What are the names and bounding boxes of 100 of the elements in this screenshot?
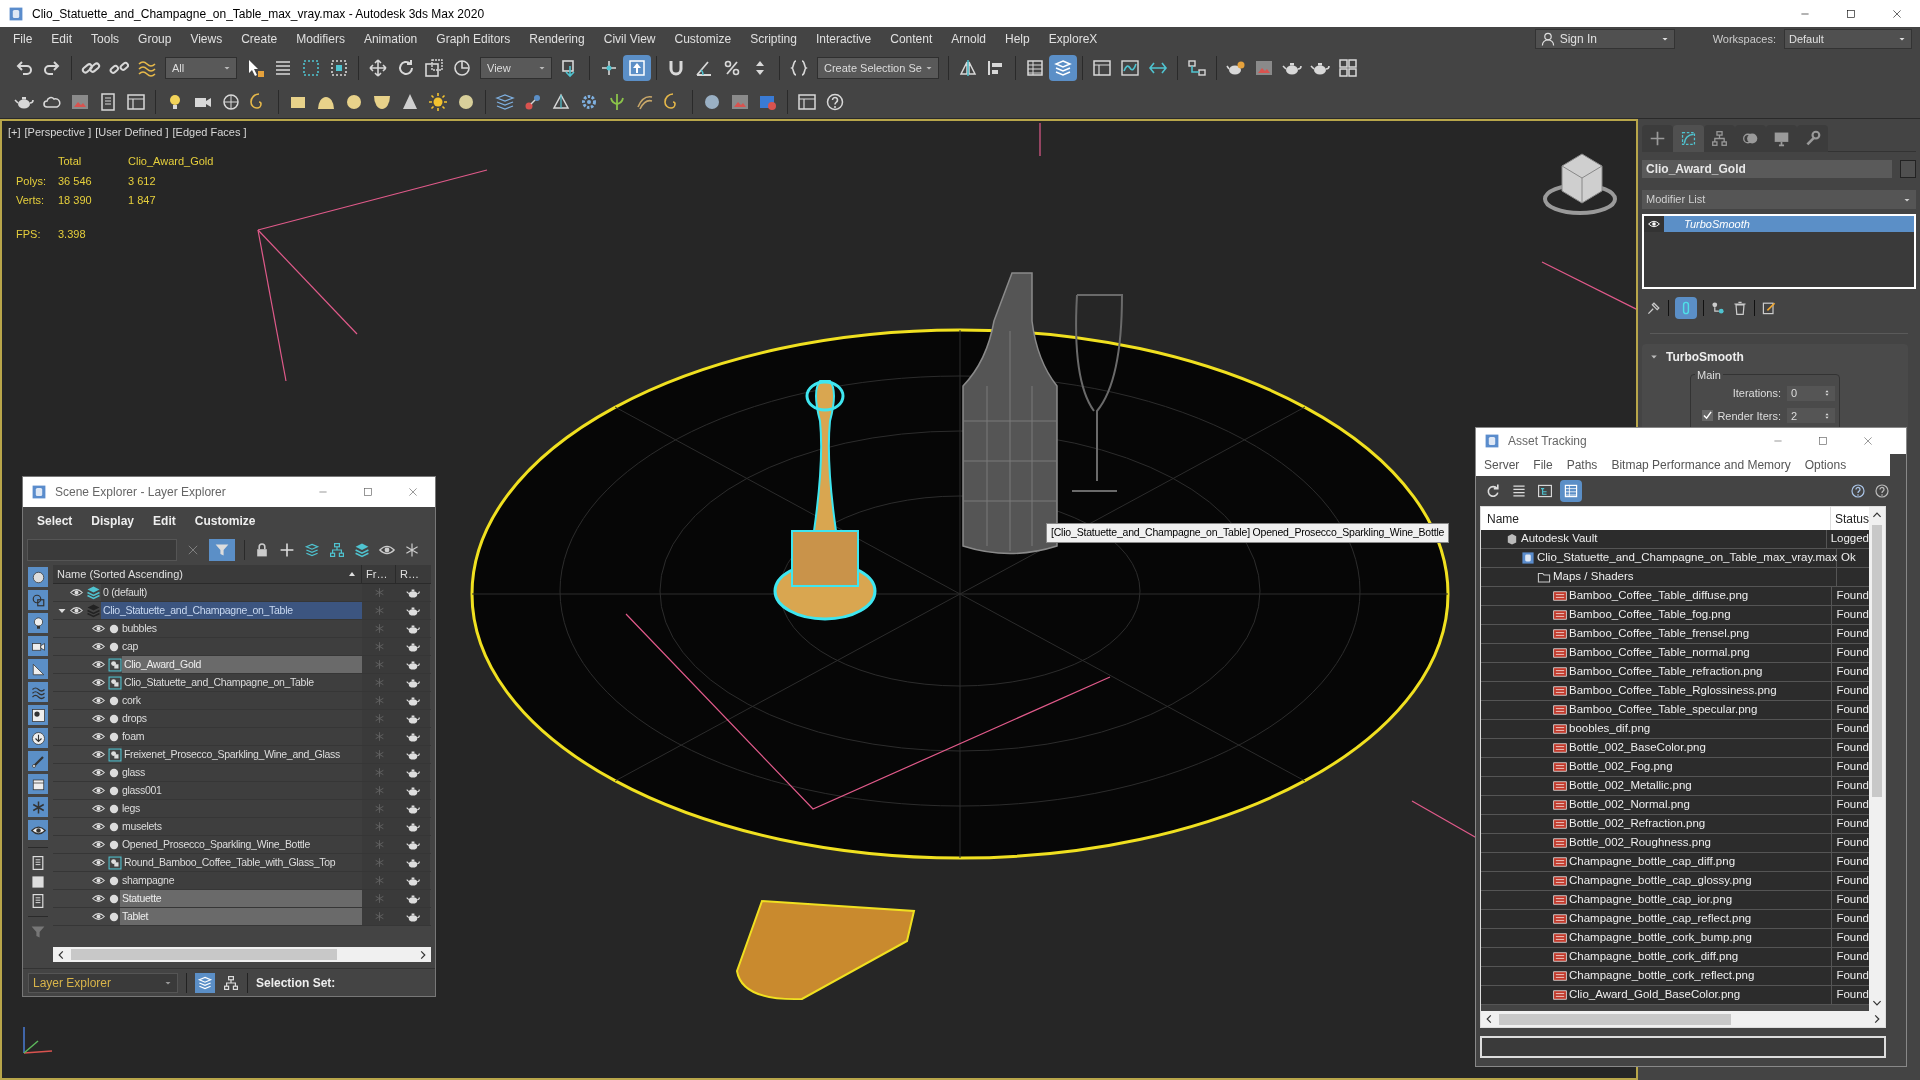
asset-name-cell[interactable]: Bamboo_Coffee_Table_fog.png <box>1481 606 1833 624</box>
menu-item[interactable]: Select <box>37 512 73 530</box>
tree-item[interactable]: foam <box>120 728 362 745</box>
menu-item[interactable]: Interactive <box>815 30 872 48</box>
selection-set-label: Selection Set: <box>256 974 336 992</box>
menu-item[interactable]: Create <box>241 30 278 48</box>
menu-item[interactable]: Customize <box>674 30 732 48</box>
menu-item[interactable]: File <box>13 30 33 48</box>
asset-name-cell[interactable]: Champagne_bottle_cap_reflect.png <box>1481 910 1833 928</box>
asset-name-cell[interactable]: Champagne_bottle_cork_reflect.png <box>1481 967 1833 985</box>
tree-item[interactable]: Clio_Award_Gold <box>122 656 362 673</box>
viewport-label[interactable]: [+] <box>8 124 21 141</box>
menu-item[interactable]: Civil View <box>603 30 656 48</box>
asset-name-cell[interactable]: Bamboo_Coffee_Table_diffuse.png <box>1481 587 1833 605</box>
menu-item[interactable]: Paths <box>1566 456 1598 474</box>
asset-name-cell[interactable]: Champagne_bottle_cork_diff.png <box>1481 948 1833 966</box>
asset-name-cell[interactable]: Clio_Award_Gold_BaseColor.png <box>1481 986 1833 1004</box>
menu-item[interactable]: Animation <box>363 30 418 48</box>
asset-status-cell-text: Found <box>1835 873 1869 889</box>
fps-value: 3.398 <box>58 226 87 242</box>
tree-item[interactable]: muselets <box>120 818 362 835</box>
viewport-label[interactable]: [Perspective ] <box>24 124 92 141</box>
menu-item[interactable]: Server <box>1484 456 1520 474</box>
menu-item[interactable]: ExploreX <box>1048 30 1098 48</box>
asset-name-cell[interactable]: Bottle_002_Metallic.png <box>1481 777 1833 795</box>
asset-name-cell[interactable]: Bamboo_Coffee_Table_normal.png <box>1481 644 1833 662</box>
tree-item[interactable]: Clio_Statuette_and_Champagne_on_Table <box>122 674 362 691</box>
column-header[interactable]: Fr… <box>362 565 396 583</box>
menu-item[interactable]: Help <box>1004 30 1030 48</box>
asset-name-cell[interactable]: Bottle_002_BaseColor.png <box>1481 739 1833 757</box>
column-header[interactable]: R… <box>396 565 430 583</box>
tree-item[interactable]: legs <box>120 800 362 817</box>
tree-item[interactable]: Clio_Statuette_and_Champagne_on_Table <box>101 602 362 619</box>
tree-item[interactable]: Freixenet_Prosecco_Sparkling_Wine_and_Glass <box>122 746 362 763</box>
tree-item[interactable]: cork <box>120 692 362 709</box>
viewport-label[interactable]: [User Defined ] <box>95 124 169 141</box>
workspace-dropdown[interactable]: Default <box>1784 29 1912 49</box>
menu-item[interactable]: File <box>1533 456 1553 474</box>
asset-status-cell-text: Found <box>1835 721 1869 737</box>
asset-name-cell[interactable]: Bottle_002_Normal.png <box>1481 796 1833 814</box>
asset-name-cell[interactable]: Bamboo_Coffee_Table_specular.png <box>1481 701 1833 719</box>
asset-name-cell[interactable]: Autodesk Vault <box>1481 530 1827 548</box>
asset-name-cell[interactable]: Bottle_002_Roughness.png <box>1481 834 1833 852</box>
menu-item[interactable]: Modifiers <box>296 30 345 48</box>
tree-item[interactable]: shampagne <box>120 872 362 889</box>
asset-name-cell[interactable]: Bottle_002_Refraction.png <box>1481 815 1833 833</box>
tree-item[interactable]: cap <box>120 638 362 655</box>
asset-status-cell-text: Logged <box>1829 531 1869 547</box>
asset-name-cell[interactable]: Clio_Statuette_and_Champagne_on_Table_max_vray.max <box>1481 549 1837 567</box>
menu-item[interactable]: Edit <box>153 512 176 530</box>
stats-header: Total <box>58 154 83 169</box>
asset-name: Maps / Shaders <box>1553 569 1634 585</box>
asset-name-cell[interactable]: Champagne_bottle_cap_ior.png <box>1481 891 1833 909</box>
menu-item[interactable]: Options <box>1804 456 1847 474</box>
dropdown[interactable]: Create Selection Se <box>817 57 939 79</box>
sign-in-dropdown[interactable]: Sign In <box>1534 29 1675 49</box>
tree-item[interactable]: glass <box>120 764 362 781</box>
menu-item[interactable]: Customize <box>194 512 256 530</box>
spinner-field[interactable]: 2 <box>1787 408 1835 424</box>
asset-name-cell[interactable]: Champagne_bottle_cap_diff.png <box>1481 853 1833 871</box>
stats-value: 1 847 <box>128 193 157 208</box>
asset-status-cell-text: Found <box>1835 664 1869 680</box>
tree-item[interactable]: glass001 <box>120 782 362 799</box>
object-name-field[interactable]: Clio_Award_Gold <box>1642 160 1892 178</box>
tree-item[interactable]: Round_Bamboo_Coffee_Table_with_Glass_Top <box>122 854 362 871</box>
viewport-label[interactable]: [Edged Faces ] <box>172 124 247 141</box>
dropdown[interactable]: All <box>165 57 237 79</box>
tree-item[interactable]: Statuette <box>120 890 362 907</box>
menu-item[interactable]: Graph Editors <box>436 30 511 48</box>
asset-name-cell[interactable]: Bamboo_Coffee_Table_Rglossiness.png <box>1481 682 1833 700</box>
tree-item[interactable]: 0 (default) <box>101 584 362 601</box>
window-title: Scene Explorer - Layer Explorer <box>55 484 226 501</box>
menu-item[interactable]: Rendering <box>529 30 585 48</box>
modifier-list-dropdown[interactable]: Modifier List <box>1642 190 1916 209</box>
asset-name-cell[interactable]: boobles_dif.png <box>1481 720 1833 738</box>
asset-name-cell[interactable]: Bottle_002_Fog.png <box>1481 758 1833 776</box>
menu-item[interactable]: Display <box>91 512 135 530</box>
tree-item[interactable]: Opened_Prosecco_Sparkling_Wine_Bottle <box>120 836 362 853</box>
rollout-title[interactable]: TurboSmooth <box>1666 348 1744 366</box>
stats-value: 36 546 <box>58 173 93 189</box>
dropdown[interactable]: View <box>480 57 552 79</box>
asset-name-cell[interactable]: Champagne_bottle_cork_bump.png <box>1481 929 1833 947</box>
menu-item[interactable]: Group <box>138 30 172 48</box>
asset-name-cell[interactable]: Bamboo_Coffee_Table_refraction.png <box>1481 663 1833 681</box>
menu-item[interactable]: Edit <box>51 30 73 48</box>
menu-item[interactable]: Content <box>890 30 933 48</box>
asset-status-cell-text: Found <box>1835 816 1869 832</box>
tree-item[interactable]: Tablet <box>120 908 362 925</box>
menu-item[interactable]: Tools <box>91 30 120 48</box>
asset-name-cell[interactable]: Champagne_bottle_cap_glossy.png <box>1481 872 1833 890</box>
column-header[interactable]: Name (Sorted Ascending) <box>53 565 362 583</box>
tree-item[interactable]: drops <box>120 710 362 727</box>
tree-item[interactable]: bubbles <box>120 620 362 637</box>
column-header[interactable]: Status <box>1830 507 1869 530</box>
spinner-field[interactable]: 0 <box>1787 385 1835 401</box>
asset-name-cell[interactable]: Bamboo_Coffee_Table_frensel.png <box>1481 625 1833 643</box>
menu-item[interactable]: Views <box>190 30 223 48</box>
menu-item[interactable]: Arnold <box>951 30 986 48</box>
explorer-dropdown[interactable]: Layer Explorer <box>28 972 178 993</box>
menu-item[interactable]: Scripting <box>750 30 797 48</box>
